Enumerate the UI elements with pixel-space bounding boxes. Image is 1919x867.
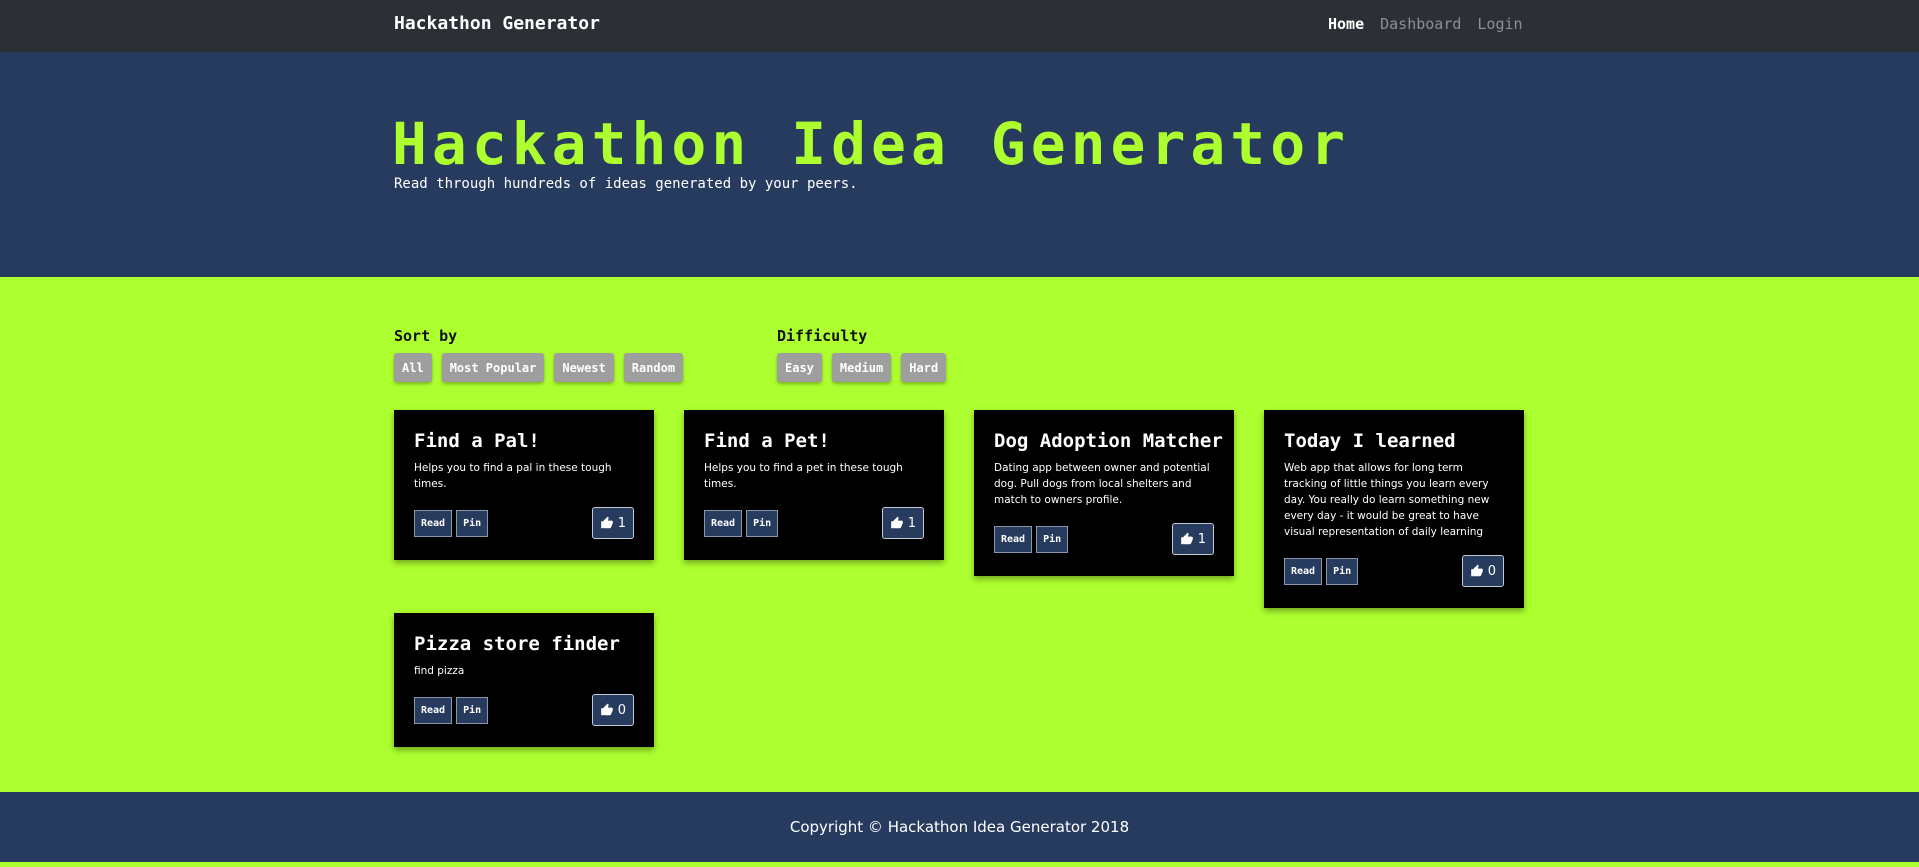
nav-link-login[interactable]: Login <box>1477 15 1522 33</box>
sort-filter-group: Sort by All Most Popular Newest Random <box>394 327 684 382</box>
idea-actions: Read Pin 1 <box>994 522 1214 556</box>
like-button[interactable]: 1 <box>1171 523 1214 555</box>
idea-actions: Read Pin 1 <box>414 506 634 540</box>
nav-links: Home Dashboard Login <box>1328 15 1539 33</box>
sort-random-button[interactable]: Random <box>623 353 684 382</box>
like-button[interactable]: 1 <box>881 507 924 539</box>
sort-newest-button[interactable]: Newest <box>554 353 614 382</box>
idea-card: Find a Pet! Helps you to find a pet in t… <box>684 410 944 560</box>
hero-subtitle: Read through hundreds of ideas generated… <box>394 176 858 192</box>
like-button[interactable]: 0 <box>591 694 634 726</box>
difficulty-buttons: Easy Medium Hard <box>777 353 947 382</box>
thumbs-up-icon <box>1180 532 1193 545</box>
idea-title: Find a Pal! <box>414 430 540 452</box>
idea-title: Today I learned <box>1284 430 1456 452</box>
like-button[interactable]: 0 <box>1461 555 1504 587</box>
idea-actions: Read Pin 0 <box>414 693 634 727</box>
idea-title: Find a Pet! <box>704 430 830 452</box>
idea-card: Find a Pal! Helps you to find a pal in t… <box>394 410 654 560</box>
idea-card: Today I learned Web app that allows for … <box>1264 410 1524 608</box>
like-count: 1 <box>617 515 626 531</box>
like-count: 0 <box>617 702 626 718</box>
idea-actions: Read Pin 0 <box>1284 554 1504 588</box>
thumbs-up-icon <box>1470 564 1483 577</box>
hero-title: Hackathon Idea Generator <box>392 110 1351 178</box>
nav-link-dashboard[interactable]: Dashboard <box>1380 15 1461 33</box>
read-button[interactable]: Read <box>704 509 743 537</box>
sort-most-popular-button[interactable]: Most Popular <box>441 353 545 382</box>
idea-description: Helps you to find a pal in these tough t… <box>414 462 612 490</box>
read-button[interactable]: Read <box>414 696 453 724</box>
page-footer: Copyright © Hackathon Idea Generator 201… <box>0 792 1919 862</box>
idea-card: Pizza store finder find pizza Read Pin 0 <box>394 613 654 747</box>
pin-button[interactable]: Pin <box>746 509 779 537</box>
like-count: 1 <box>907 515 916 531</box>
idea-title: Dog Adoption Matcher <box>994 430 1223 452</box>
thumbs-up-icon <box>600 703 613 716</box>
idea-description: Web app that allows for long term tracki… <box>1284 462 1490 538</box>
read-button[interactable]: Read <box>414 509 453 537</box>
navbar-brand[interactable]: Hackathon Generator <box>394 13 600 34</box>
pin-button[interactable]: Pin <box>1326 557 1359 585</box>
idea-description: find pizza <box>414 665 465 677</box>
like-count: 0 <box>1487 563 1496 579</box>
top-navbar: Hackathon Generator Home Dashboard Login <box>0 0 1919 52</box>
idea-actions: Read Pin 1 <box>704 506 924 540</box>
sort-buttons: All Most Popular Newest Random <box>394 353 684 382</box>
idea-title: Pizza store finder <box>414 633 620 655</box>
thumbs-up-icon <box>600 516 613 529</box>
pin-button[interactable]: Pin <box>456 509 489 537</box>
nav-link-home[interactable]: Home <box>1328 15 1364 33</box>
like-button[interactable]: 1 <box>591 507 634 539</box>
difficulty-hard-button[interactable]: Hard <box>901 353 947 382</box>
idea-card: Dog Adoption Matcher Dating app between … <box>974 410 1234 576</box>
read-button[interactable]: Read <box>1284 557 1323 585</box>
like-count: 1 <box>1197 531 1206 547</box>
idea-description: Helps you to find a pet in these tough t… <box>704 462 903 490</box>
pin-button[interactable]: Pin <box>456 696 489 724</box>
sort-all-button[interactable]: All <box>394 353 432 382</box>
difficulty-medium-button[interactable]: Medium <box>831 353 892 382</box>
footer-copyright: Copyright © Hackathon Idea Generator 201… <box>789 818 1130 836</box>
read-button[interactable]: Read <box>994 525 1033 553</box>
difficulty-filter-group: Difficulty Easy Medium Hard <box>777 327 947 382</box>
hero-banner: Hackathon Idea Generator Read through hu… <box>0 52 1919 277</box>
idea-description: Dating app between owner and potential d… <box>994 462 1210 506</box>
pin-button[interactable]: Pin <box>1036 525 1069 553</box>
sort-label: Sort by <box>394 327 458 345</box>
difficulty-easy-button[interactable]: Easy <box>777 353 822 382</box>
difficulty-label: Difficulty <box>777 327 868 345</box>
thumbs-up-icon <box>890 516 903 529</box>
